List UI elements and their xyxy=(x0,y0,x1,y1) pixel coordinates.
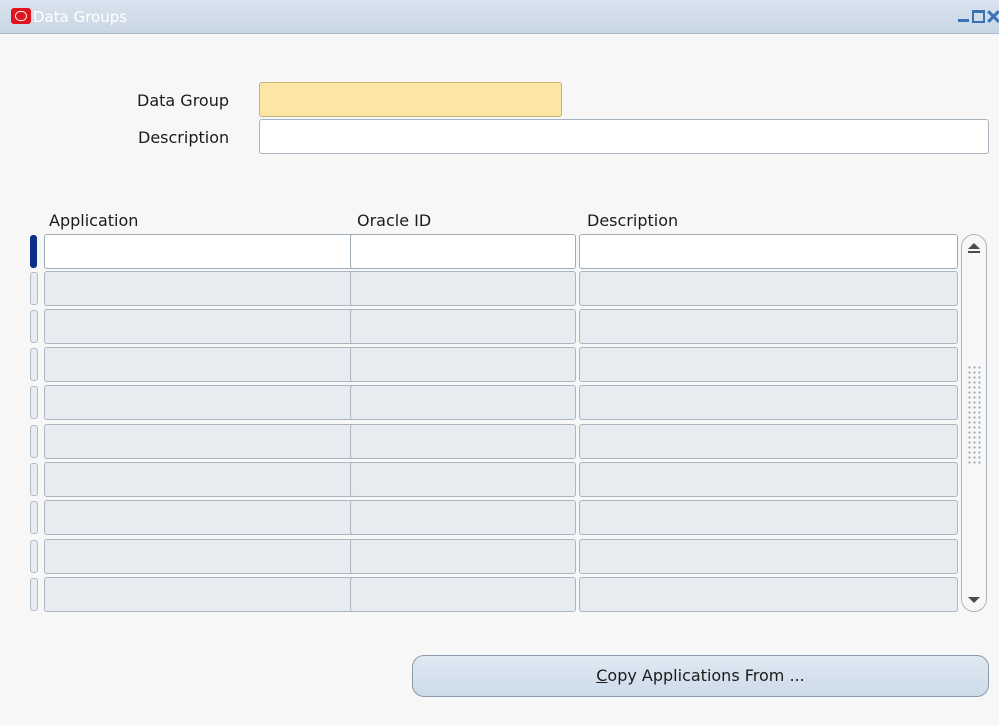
description-cell[interactable] xyxy=(579,462,958,497)
oracle-id-cell[interactable] xyxy=(350,500,576,535)
record-indicator[interactable] xyxy=(30,235,37,268)
description-cell[interactable] xyxy=(579,539,958,574)
oracle-id-cell[interactable] xyxy=(350,385,576,420)
table-row[interactable] xyxy=(28,234,962,270)
record-indicator[interactable] xyxy=(30,578,38,611)
oracle-id-cell[interactable] xyxy=(350,462,576,497)
application-cell[interactable] xyxy=(44,234,373,269)
application-cell[interactable] xyxy=(44,500,373,535)
copy-applications-from-button[interactable]: Copy Applications From ... xyxy=(412,655,989,697)
record-indicator[interactable] xyxy=(30,540,38,573)
oracle-id-cell[interactable] xyxy=(350,309,576,344)
scroll-grip[interactable] xyxy=(967,365,981,465)
table-row[interactable] xyxy=(28,271,962,307)
table-row[interactable] xyxy=(28,500,962,536)
oracle-id-cell[interactable] xyxy=(350,271,576,306)
table-row[interactable] xyxy=(28,385,962,421)
application-cell[interactable] xyxy=(44,539,373,574)
description-cell[interactable] xyxy=(579,271,958,306)
application-cell[interactable] xyxy=(44,385,373,420)
application-cell[interactable] xyxy=(44,577,373,612)
column-header-description: Description xyxy=(587,211,679,230)
application-cell[interactable] xyxy=(44,424,373,459)
data-group-label: Data Group xyxy=(137,91,229,110)
data-groups-window: Data Groups Data Group Description Appli… xyxy=(0,0,999,725)
record-indicator[interactable] xyxy=(30,425,38,458)
table-row[interactable] xyxy=(28,462,962,498)
oracle-id-cell[interactable] xyxy=(350,234,576,269)
description-cell[interactable] xyxy=(579,424,958,459)
oracle-id-cell[interactable] xyxy=(350,577,576,612)
description-cell[interactable] xyxy=(579,385,958,420)
oracle-icon xyxy=(11,8,31,24)
application-cell[interactable] xyxy=(44,347,373,382)
record-indicator[interactable] xyxy=(30,501,38,534)
maximize-icon[interactable] xyxy=(972,10,985,23)
description-cell[interactable] xyxy=(579,234,958,269)
record-indicator[interactable] xyxy=(30,463,38,496)
scroll-up-icon[interactable] xyxy=(968,243,980,253)
table-row[interactable] xyxy=(28,539,962,575)
title-bar[interactable]: Data Groups xyxy=(0,0,999,34)
record-indicator[interactable] xyxy=(30,272,38,305)
table-row[interactable] xyxy=(28,424,962,460)
oracle-id-cell[interactable] xyxy=(350,424,576,459)
close-icon[interactable] xyxy=(987,10,999,23)
column-header-application: Application xyxy=(49,211,139,230)
table-row[interactable] xyxy=(28,309,962,345)
application-cell[interactable] xyxy=(44,309,373,344)
column-header-oracle-id: Oracle ID xyxy=(357,211,432,230)
copy-button-mnemonic: C xyxy=(596,666,608,685)
oracle-id-cell[interactable] xyxy=(350,539,576,574)
description-label: Description xyxy=(138,128,230,147)
oracle-id-cell[interactable] xyxy=(350,347,576,382)
minimize-icon[interactable] xyxy=(957,10,970,23)
description-cell[interactable] xyxy=(579,347,958,382)
description-cell[interactable] xyxy=(579,309,958,344)
description-cell[interactable] xyxy=(579,577,958,612)
application-cell[interactable] xyxy=(44,462,373,497)
description-field[interactable] xyxy=(259,119,989,154)
record-indicator[interactable] xyxy=(30,348,38,381)
window-title: Data Groups xyxy=(33,8,128,26)
data-group-field[interactable] xyxy=(259,82,562,117)
description-cell[interactable] xyxy=(579,500,958,535)
table-row[interactable] xyxy=(28,577,962,613)
record-indicator[interactable] xyxy=(30,310,38,343)
application-cell[interactable] xyxy=(44,271,373,306)
copy-button-label: opy Applications From ... xyxy=(607,666,805,685)
table-scrollbar[interactable] xyxy=(961,234,987,612)
record-indicator[interactable] xyxy=(30,386,38,419)
table-row[interactable] xyxy=(28,347,962,383)
scroll-down-icon[interactable] xyxy=(968,597,980,603)
